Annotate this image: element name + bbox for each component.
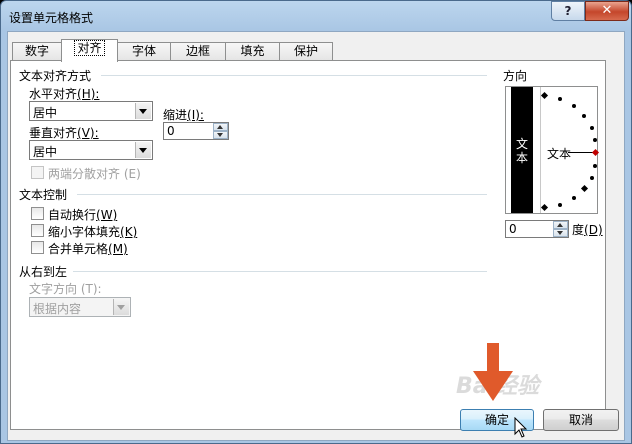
red-arrow-icon [473, 343, 513, 401]
text-alignment-group-title: 文本对齐方式 [19, 69, 92, 83]
orientation-tick [593, 164, 597, 168]
cancel-button[interactable]: 取消 [543, 409, 619, 431]
degree-label: 度(D) [572, 223, 603, 237]
horizontal-align-label: 水平对齐(H): [29, 87, 100, 101]
spin-up-icon[interactable] [553, 221, 568, 229]
tab-border[interactable]: 边框 [170, 42, 226, 61]
indent-stepper[interactable]: 0 [163, 122, 229, 140]
vertical-align-select[interactable]: 居中 [29, 140, 153, 160]
help-button[interactable]: ? [551, 1, 585, 21]
degree-value: 0 [509, 222, 517, 236]
orientation-tick [558, 203, 562, 207]
vertical-text-button[interactable]: 文本 [511, 87, 533, 213]
spin-up-icon[interactable] [213, 123, 228, 131]
group-divider [73, 271, 487, 272]
degree-stepper[interactable]: 0 [505, 220, 569, 238]
orientation-marker-90[interactable] [540, 91, 549, 100]
orientation-tick [593, 138, 597, 142]
distributed-checkbox[interactable] [31, 166, 44, 179]
tab-number[interactable]: 数字 [12, 42, 62, 61]
mouse-cursor-icon [514, 417, 528, 438]
orientation-tick [590, 126, 594, 130]
vertical-align-label: 垂直对齐(V): [29, 126, 99, 140]
group-divider [77, 194, 487, 195]
wrap-text-label: 自动换行(W) [48, 208, 118, 222]
orientation-needle [568, 152, 594, 153]
indent-label: 缩进(I): [163, 108, 204, 122]
tab-protection[interactable]: 保护 [279, 42, 333, 61]
orientation-tick [582, 114, 586, 118]
title-bar[interactable]: 设置单元格格式 ? ✕ [1, 1, 631, 31]
text-direction-value: 根据内容 [33, 302, 82, 316]
merge-cells-label: 合并单元格(M) [48, 242, 128, 256]
orientation-dial[interactable]: 文本 文本 [505, 86, 600, 214]
orientation-text: 文本 [547, 147, 572, 161]
wrap-text-checkbox[interactable] [31, 207, 44, 220]
orientation-divider [540, 87, 541, 213]
rtl-group-title: 从右到左 [19, 265, 68, 279]
orientation-marker-minus45[interactable] [580, 184, 589, 193]
orientation-marker-0[interactable] [591, 148, 600, 157]
tab-alignment[interactable]: 对齐 [61, 39, 118, 62]
distributed-label: 两端分散对齐 (E) [48, 167, 141, 181]
orientation-group-title: 方向 [503, 69, 528, 83]
tab-font[interactable]: 字体 [117, 42, 171, 61]
window-title: 设置单元格格式 [9, 11, 94, 25]
spin-down-icon[interactable] [553, 229, 568, 237]
orientation-tick [558, 97, 562, 101]
merge-cells-checkbox[interactable] [31, 241, 44, 254]
horizontal-align-value: 居中 [33, 106, 58, 120]
indent-value: 0 [167, 124, 175, 138]
orientation-tick [572, 196, 576, 200]
tab-fill[interactable]: 填充 [225, 42, 280, 61]
vertical-align-value: 居中 [33, 145, 58, 159]
orientation-tick [590, 176, 594, 180]
shrink-to-fit-checkbox[interactable] [31, 224, 44, 237]
close-button[interactable]: ✕ [585, 1, 629, 21]
orientation-marker-minus90[interactable] [540, 203, 549, 212]
text-direction-select[interactable]: 根据内容 [29, 297, 131, 317]
group-divider [101, 75, 487, 76]
chevron-down-icon[interactable] [135, 103, 151, 119]
dialog-body: 数字 对齐 字体 边框 填充 保护 文本对齐方式 水平对齐(H): 居中 缩进(… [7, 31, 625, 441]
spin-down-icon[interactable] [213, 131, 228, 139]
text-control-group-title: 文本控制 [19, 188, 68, 202]
shrink-to-fit-label: 缩小字体填充(K) [48, 225, 138, 239]
horizontal-align-select[interactable]: 居中 [29, 101, 153, 121]
format-cells-dialog: 设置单元格格式 ? ✕ 数字 对齐 字体 边框 填充 保护 文本对齐方式 水平对… [0, 0, 632, 444]
text-direction-label: 文字方向 (T): [29, 282, 102, 296]
chevron-down-icon[interactable] [113, 299, 129, 315]
orientation-tick [572, 104, 576, 108]
chevron-down-icon[interactable] [135, 142, 151, 158]
